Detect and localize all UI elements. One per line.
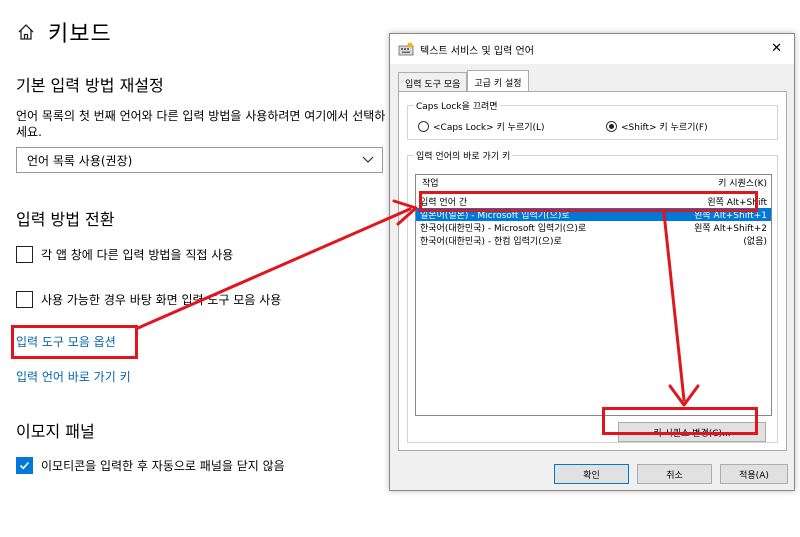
highlight-change-button: [602, 407, 758, 435]
list-item[interactable]: 한국어(대한민국) - Microsoft 입력기(으)로 왼쪽 Alt+Shi…: [416, 221, 771, 234]
per-app-label: 각 앱 창에 다른 입력 방법을 직접 사용: [41, 248, 234, 262]
dialog-title: 텍스트 서비스 및 입력 언어: [420, 45, 534, 57]
default-input-dropdown[interactable]: 언어 목록 사용(권장): [16, 147, 383, 173]
dialog-titlebar[interactable]: 텍스트 서비스 및 입력 언어: [390, 34, 794, 64]
default-input-description: 언어 목록의 첫 번째 언어와 다른 입력 방법을 사용하려면 여기에서 선택하…: [16, 109, 386, 139]
checkbox-row-per-app[interactable]: 각 앱 창에 다른 입력 방법을 직접 사용: [16, 246, 233, 263]
tab-advanced-keys[interactable]: 고급 키 설정: [467, 70, 529, 93]
keyboard-app-icon: [398, 42, 414, 56]
home-icon[interactable]: [16, 22, 36, 42]
caps-lock-radio-label: <Caps Lock> 키 누르기(L): [433, 123, 545, 133]
hotkeys-link[interactable]: 입력 언어 바로 가기 키: [16, 368, 131, 385]
radio-shift[interactable]: <Shift> 키 누르기(F): [606, 120, 708, 133]
section-title-default-input: 기본 입력 방법 재설정: [16, 76, 164, 95]
checkbox-row-emoji[interactable]: 이모티콘을 입력한 후 자동으로 패널을 닫지 않음: [16, 457, 285, 474]
chevron-down-icon: [362, 156, 374, 163]
page-header: 키보드: [16, 16, 112, 48]
row-keys: (없음): [743, 237, 767, 247]
column-action: 작업: [422, 179, 439, 189]
shift-radio-label: <Shift> 키 누르기(F): [621, 123, 708, 133]
emoji-label: 이모티콘을 입력한 후 자동으로 패널을 닫지 않음: [41, 459, 285, 473]
checkbox-row-desktop-bar[interactable]: 사용 가능한 경우 바탕 화면 입력 도구 모음 사용: [16, 291, 281, 308]
checkmark-icon: [19, 461, 30, 470]
page-title: 키보드: [48, 22, 112, 47]
section-title-emoji: 이모지 패널: [16, 422, 95, 441]
row-keys: 왼쪽 Alt+Shift+2: [694, 224, 767, 234]
highlight-selected-row: [419, 191, 758, 212]
ok-button[interactable]: 확인: [554, 464, 629, 484]
dropdown-value: 언어 목록 사용(권장): [27, 153, 133, 168]
row-action: 한국어(대한민국) - 한컴 입력기(으)로: [420, 237, 562, 247]
list-header: 작업 키 시퀀스(K): [416, 175, 771, 189]
shift-radio[interactable]: [606, 121, 617, 132]
close-icon[interactable]: ✕: [771, 41, 782, 56]
column-key-sequence: 키 시퀀스(K): [718, 179, 767, 189]
list-item[interactable]: 한국어(대한민국) - 한컴 입력기(으)로 (없음): [416, 234, 771, 247]
per-app-checkbox[interactable]: [16, 246, 33, 263]
desktop-bar-checkbox[interactable]: [16, 291, 33, 308]
emoji-checkbox[interactable]: [16, 457, 33, 474]
caps-lock-group-label: Caps Lock을 끄려면: [414, 99, 500, 112]
tab-input-toolbar[interactable]: 입력 도구 모음: [398, 72, 468, 92]
highlight-toolbar-options: [11, 325, 138, 359]
advanced-keys-panel: Caps Lock을 끄려면 <Caps Lock> 키 누르기(L) <Shi…: [398, 91, 787, 451]
row-action: 한국어(대한민국) - Microsoft 입력기(으)로: [420, 224, 587, 234]
hotkey-group-label: 입력 언어의 바로 가기 키: [414, 149, 513, 162]
radio-caps-lock[interactable]: <Caps Lock> 키 누르기(L): [418, 120, 545, 133]
caps-lock-group: Caps Lock을 끄려면 <Caps Lock> 키 누르기(L) <Shi…: [407, 99, 778, 140]
dialog-tabs: 입력 도구 모음 고급 키 설정: [398, 70, 529, 93]
caps-lock-radio[interactable]: [418, 121, 429, 132]
desktop-bar-label: 사용 가능한 경우 바탕 화면 입력 도구 모음 사용: [41, 293, 282, 307]
apply-button[interactable]: 적용(A): [720, 464, 788, 484]
section-title-switch: 입력 방법 전환: [16, 210, 115, 229]
keyboard-settings-page: 키보드 기본 입력 방법 재설정 언어 목록의 첫 번째 언어와 다른 입력 방…: [0, 0, 400, 537]
cancel-button[interactable]: 취소: [637, 464, 712, 484]
